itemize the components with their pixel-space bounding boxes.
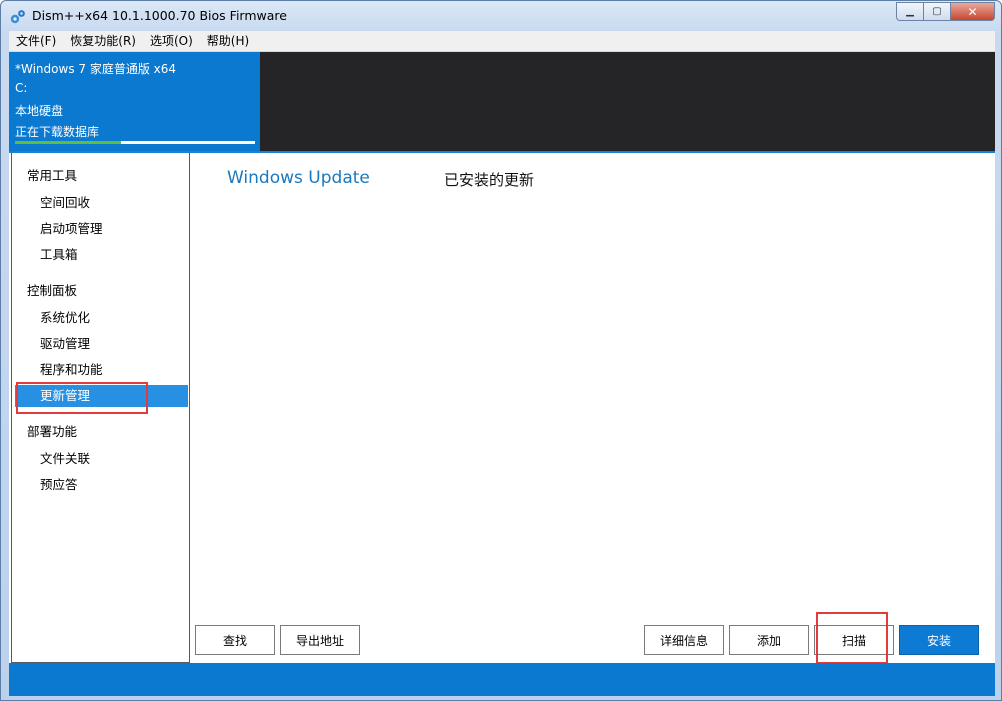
details-button[interactable]: 详细信息	[644, 625, 724, 655]
close-icon: ✕	[967, 4, 978, 19]
title-bar[interactable]: Dism++x64 10.1.1000.70 Bios Firmware ▁ ▢…	[1, 1, 1001, 31]
maximize-button[interactable]: ▢	[923, 2, 950, 21]
sidebar-item-programs[interactable]: 程序和功能	[15, 359, 188, 381]
session-header: *Windows 7 家庭普通版 x64 C: 本地硬盘 正在下载数据库	[9, 52, 995, 151]
minimize-icon: ▁	[906, 6, 914, 17]
sidebar-group-common-tools: 常用工具	[27, 168, 78, 183]
sidebar-item-toolbox[interactable]: 工具箱	[15, 244, 188, 266]
session-disk-type: 本地硬盘	[15, 104, 64, 118]
sidebar: 常用工具 空间回收 启动项管理 工具箱 控制面板 系统优化 驱动管理 程序和功能…	[11, 153, 190, 663]
session-card[interactable]: *Windows 7 家庭普通版 x64 C: 本地硬盘 正在下载数据库	[9, 52, 260, 151]
app-window: Dism++x64 10.1.1000.70 Bios Firmware ▁ ▢…	[0, 0, 1002, 701]
menu-file[interactable]: 文件(F)	[9, 31, 63, 52]
minimize-button[interactable]: ▁	[896, 2, 923, 21]
menu-help[interactable]: 帮助(H)	[200, 31, 256, 52]
status-bar	[9, 663, 995, 696]
session-status: 正在下载数据库	[15, 125, 100, 139]
download-progress-fill	[15, 141, 121, 144]
session-os-name: *Windows 7 家庭普通版 x64	[15, 62, 177, 76]
main-panel: Windows Update 已安装的更新 查找 导出地址 详细信息 添加 扫描…	[191, 153, 995, 664]
client-area: *Windows 7 家庭普通版 x64 C: 本地硬盘 正在下载数据库 常用工…	[9, 52, 995, 696]
sidebar-item-unattend[interactable]: 预应答	[15, 474, 188, 496]
download-progress-bar	[15, 141, 255, 144]
gear-icon	[10, 10, 25, 24]
menu-restore[interactable]: 恢复功能(R)	[63, 31, 143, 52]
sidebar-group-control-panel: 控制面板	[27, 283, 78, 298]
sidebar-item-startup[interactable]: 启动项管理	[15, 218, 188, 240]
scan-button[interactable]: 扫描	[814, 625, 894, 655]
window-controls: ▁ ▢ ✕	[896, 2, 995, 22]
maximize-icon: ▢	[932, 6, 942, 17]
sidebar-item-drivers[interactable]: 驱动管理	[15, 333, 188, 355]
install-button[interactable]: 安装	[899, 625, 979, 655]
session-drive: C:	[15, 81, 28, 95]
page-subtitle: 已安装的更新	[444, 171, 535, 189]
sidebar-item-space-cleanup[interactable]: 空间回收	[15, 192, 188, 214]
sidebar-item-file-assoc[interactable]: 文件关联	[15, 448, 188, 470]
menu-bar: 文件(F) 恢复功能(R) 选项(O) 帮助(H)	[9, 31, 995, 52]
sidebar-group-deploy: 部署功能	[27, 424, 78, 439]
window-title: Dism++x64 10.1.1000.70 Bios Firmware	[32, 8, 287, 23]
close-button[interactable]: ✕	[950, 2, 995, 21]
find-button[interactable]: 查找	[195, 625, 275, 655]
add-button[interactable]: 添加	[729, 625, 809, 655]
sidebar-item-system-optimize[interactable]: 系统优化	[15, 307, 188, 329]
menu-options[interactable]: 选项(O)	[143, 31, 200, 52]
page-title: Windows Update	[227, 168, 370, 188]
sidebar-item-updates[interactable]: 更新管理	[15, 385, 188, 407]
export-address-button[interactable]: 导出地址	[280, 625, 360, 655]
